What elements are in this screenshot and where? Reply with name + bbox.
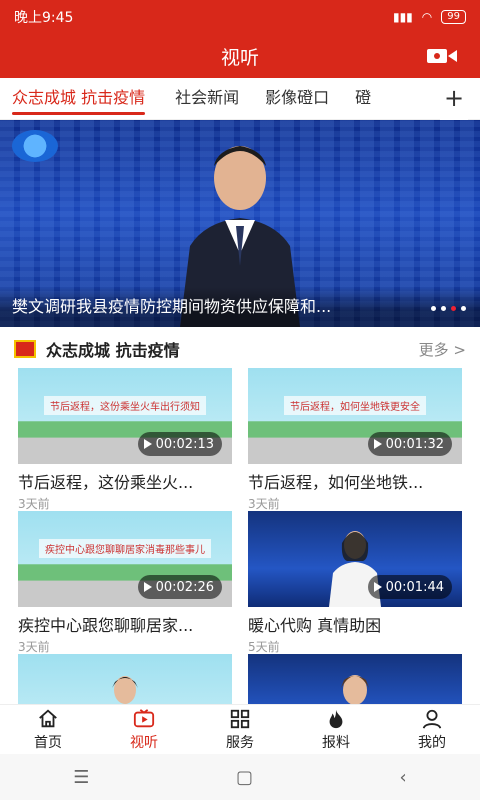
video-card[interactable]: 疾控中心跟您聊聊居家消毒那些事儿 00:02:26 疾控中心跟您聊聊居家... … — [18, 511, 232, 655]
duration-text: 00:01:32 — [385, 436, 444, 452]
more-link[interactable]: 更多 > — [419, 339, 466, 360]
tab-dengkou-video[interactable]: 影像磴口 — [253, 78, 329, 119]
app-header: 晚上9:45 ▮▮▮ ◠ 99 视听 — [0, 0, 480, 78]
status-time: 晚上9:45 — [14, 10, 74, 26]
nav-service-label: 服务 — [226, 734, 254, 751]
status-icons: ▮▮▮ ◠ 99 — [393, 10, 466, 24]
nav-profile[interactable]: 我的 — [384, 705, 480, 754]
grid-icon — [230, 709, 250, 728]
video-time: 3天前 — [18, 497, 50, 511]
carousel-dots — [431, 306, 466, 311]
section-title: 众志成城 抗击疫情 — [46, 341, 180, 360]
video-icon — [133, 708, 155, 727]
video-card[interactable]: 节后返程，这份乘坐火车出行须知 00:02:13 节后返程，这份乘坐火... 3… — [18, 368, 232, 512]
bottom-navigation: 首页 视听 服务 报料 我的 — [0, 704, 480, 754]
tab-social-news[interactable]: 社会新闻 — [163, 78, 239, 119]
tv-station-logo — [12, 130, 58, 162]
add-channel-button[interactable]: + — [440, 78, 468, 120]
channel-tabs: 众志成城 抗击疫情 社会新闻 影像磴口 磴 — [0, 78, 480, 120]
page-title: 视听 — [220, 46, 259, 69]
status-bar: 晚上9:45 ▮▮▮ ◠ 99 — [0, 0, 480, 34]
thumbnail-banner: 节后返程，如何坐地铁更安全 — [284, 396, 426, 415]
duration-badge: 00:02:13 — [137, 432, 222, 456]
nav-video[interactable]: 视听 — [96, 705, 192, 754]
duration-text: 00:02:26 — [155, 579, 214, 595]
nav-service[interactable]: 服务 — [192, 705, 288, 754]
play-icon — [373, 439, 382, 449]
duration-badge: 00:01:32 — [367, 432, 452, 456]
system-navigation-bar: ☰ ▢ ‹ — [0, 754, 480, 800]
video-card[interactable]: 00:01:44 暖心代购 真情助困 5天前 — [248, 511, 462, 655]
menu-icon[interactable]: ☰ — [73, 767, 89, 788]
video-thumbnail: 节后返程，这份乘坐火车出行须知 00:02:13 — [18, 368, 232, 464]
signal-icon: ▮▮▮ — [392, 10, 413, 24]
home-square-icon[interactable]: ▢ — [236, 767, 253, 788]
battery-icon: 99 — [441, 10, 466, 24]
hero-banner[interactable]: 樊文调研我县疫情防控期间物资供应保障和... — [0, 120, 480, 327]
carousel-dot[interactable] — [441, 306, 446, 311]
hero-caption: 樊文调研我县疫情防控期间物资供应保障和... — [12, 297, 332, 316]
video-title: 暖心代购 真情助困 — [248, 616, 382, 635]
video-title: 疾控中心跟您聊聊居家... — [18, 616, 194, 635]
carousel-dot[interactable] — [461, 306, 466, 311]
carousel-dot-active[interactable] — [451, 306, 456, 311]
fire-icon — [329, 709, 343, 728]
duration-text: 00:01:44 — [385, 579, 444, 595]
video-title: 节后返程，如何坐地铁... — [248, 473, 424, 492]
duration-badge: 00:02:26 — [137, 575, 222, 599]
video-title: 节后返程，这份乘坐火... — [18, 473, 194, 492]
video-time: 3天前 — [18, 640, 50, 654]
nav-home-label: 首页 — [34, 734, 62, 751]
section-logo — [14, 340, 36, 358]
video-time: 3天前 — [248, 497, 280, 511]
section-header: 众志成城 抗击疫情 更多 > — [0, 334, 480, 364]
video-card[interactable]: 节后返程，如何坐地铁更安全 00:01:32 节后返程，如何坐地铁... 3天前 — [248, 368, 462, 512]
back-icon[interactable]: ‹ — [400, 767, 407, 788]
nav-report[interactable]: 报料 — [288, 705, 384, 754]
nav-home[interactable]: 首页 — [0, 705, 96, 754]
user-icon — [422, 709, 442, 729]
home-icon — [39, 709, 57, 727]
video-thumbnail: 疾控中心跟您聊聊居家消毒那些事儿 00:02:26 — [18, 511, 232, 607]
carousel-dot[interactable] — [431, 306, 436, 311]
duration-text: 00:02:13 — [155, 436, 214, 452]
video-time: 5天前 — [248, 640, 280, 654]
thumbnail-banner: 节后返程，这份乘坐火车出行须知 — [44, 396, 206, 415]
duration-badge: 00:01:44 — [367, 575, 452, 599]
play-icon — [143, 582, 152, 592]
tab-more-channel[interactable]: 磴 — [343, 78, 371, 119]
camera-icon[interactable] — [426, 46, 458, 66]
screen: 晚上9:45 ▮▮▮ ◠ 99 视听 众志成城 抗击疫情 社会新闻 影像磴口 磴… — [0, 0, 480, 800]
play-icon — [143, 439, 152, 449]
video-thumbnail: 节后返程，如何坐地铁更安全 00:01:32 — [248, 368, 462, 464]
nav-report-label: 报料 — [322, 734, 350, 751]
tab-fight-epidemic[interactable]: 众志成城 抗击疫情 — [0, 78, 149, 119]
wifi-icon: ◠ — [421, 10, 433, 24]
play-icon — [373, 582, 382, 592]
video-thumbnail: 00:01:44 — [248, 511, 462, 607]
nav-profile-label: 我的 — [418, 734, 446, 751]
thumbnail-banner: 疾控中心跟您聊聊居家消毒那些事儿 — [39, 539, 211, 558]
nav-video-label: 视听 — [130, 734, 158, 751]
